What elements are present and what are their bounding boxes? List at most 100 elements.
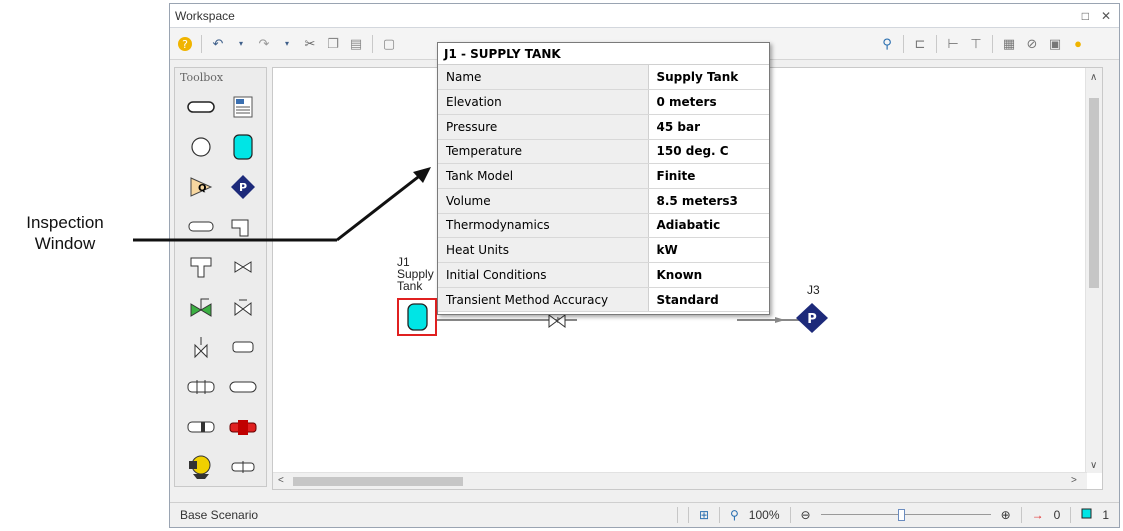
- zoom-level: 100%: [748, 508, 780, 522]
- junction-count: 1: [1102, 508, 1109, 522]
- inspection-value: Supply Tank: [648, 65, 769, 91]
- svg-text:P: P: [239, 181, 247, 194]
- zoom-slider-thumb[interactable]: [897, 509, 905, 521]
- disable-icon[interactable]: ⊘: [1023, 35, 1041, 53]
- tee-tool-icon[interactable]: [187, 253, 215, 281]
- arrange-icon[interactable]: ⊤: [967, 35, 985, 53]
- inspection-key: Elevation: [438, 89, 649, 115]
- inspection-key: Tank Model: [438, 163, 649, 189]
- horizontal-scrollbar[interactable]: < >: [273, 472, 1087, 489]
- scenario-name: Base Scenario: [180, 508, 259, 522]
- zoom-in-button[interactable]: ⊕: [1001, 508, 1011, 522]
- toolbox-title: Toolbox: [180, 71, 224, 84]
- window-titlebar: Workspace □ ✕: [170, 4, 1119, 28]
- bend-tool-icon[interactable]: [187, 213, 215, 241]
- search-icon[interactable]: ⚲: [878, 35, 896, 53]
- zoom-icon[interactable]: ⚲: [730, 508, 739, 522]
- zoom-to-fit-icon[interactable]: ⊞: [699, 508, 709, 522]
- pipe-count-icon: →: [1031, 508, 1044, 522]
- hint-bulb-icon[interactable]: ●: [1069, 35, 1087, 53]
- inspection-row: Volume 8.5 meters3: [438, 188, 769, 214]
- inspection-key: Name: [438, 65, 649, 91]
- check-valve-tool-icon[interactable]: [229, 293, 257, 321]
- maximize-button[interactable]: □: [1082, 9, 1089, 23]
- relief-valve-tool-icon[interactable]: [187, 333, 215, 361]
- flow-source-tool-icon[interactable]: Q: [187, 173, 215, 201]
- pressure-junction-glyph: P: [807, 312, 817, 327]
- inspection-row: Transient Method Accuracy Standard: [438, 287, 769, 313]
- supply-tank-icon[interactable]: [399, 300, 435, 334]
- elbow-tool-icon[interactable]: [229, 213, 257, 241]
- pressure-tool-icon[interactable]: P: [229, 173, 257, 201]
- inspection-value: 150 deg. C: [648, 139, 769, 165]
- branch-tool-icon[interactable]: [187, 133, 215, 161]
- toolbar-separator: [201, 34, 202, 53]
- inspection-key: Transient Method Accuracy: [438, 287, 649, 313]
- junction-count-icon: [1081, 508, 1092, 522]
- align-icon[interactable]: ⊏: [911, 35, 929, 53]
- status-separator: [687, 507, 689, 523]
- general-component-tool-icon[interactable]: [229, 453, 257, 481]
- orifice-tool-icon[interactable]: [229, 373, 257, 401]
- inspection-row: Heat Units kW: [438, 237, 769, 263]
- zoom-out-button[interactable]: ⊖: [801, 508, 811, 522]
- inspection-row: Temperature 150 deg. C: [438, 139, 769, 165]
- inspection-key: Heat Units: [438, 237, 649, 263]
- svg-text:Q: Q: [198, 183, 207, 194]
- inspection-window: J1 - SUPPLY TANK Name Supply Tank Elevatio…: [437, 42, 770, 315]
- inspection-value: Adiabatic: [648, 213, 769, 239]
- inspection-key: Thermodynamics: [438, 213, 649, 239]
- scroll-up-arrow-icon[interactable]: ∧: [1090, 72, 1097, 83]
- area-change-tool-icon[interactable]: [187, 373, 215, 401]
- inspection-row: Initial Conditions Known: [438, 262, 769, 288]
- close-button[interactable]: ✕: [1101, 9, 1111, 23]
- inspection-row: Pressure 45 bar: [438, 114, 769, 140]
- horizontal-scroll-thumb[interactable]: [293, 477, 463, 486]
- properties-icon[interactable]: ▦: [1000, 35, 1018, 53]
- distribute-icon[interactable]: ⊢: [944, 35, 962, 53]
- layers-icon[interactable]: ▣: [1046, 35, 1064, 53]
- inspection-value: Standard: [648, 287, 769, 313]
- help-icon[interactable]: ?: [176, 35, 194, 53]
- inspection-title: J1 - SUPPLY TANK: [438, 43, 769, 65]
- j1-selection-box[interactable]: [397, 298, 437, 336]
- valve-tool-icon[interactable]: [229, 253, 257, 281]
- dropdown-icon[interactable]: ▾: [232, 35, 250, 53]
- vertical-scroll-thumb[interactable]: [1089, 98, 1099, 288]
- annotation-tool-icon[interactable]: [229, 93, 257, 121]
- undo-icon[interactable]: ↶: [209, 35, 227, 53]
- inspection-row: Elevation 0 meters: [438, 89, 769, 115]
- toolbar-separator: [372, 34, 373, 53]
- callout-line-1: Inspection: [26, 213, 104, 232]
- screen-tool-icon[interactable]: [229, 413, 257, 441]
- dead-end-tool-icon[interactable]: [229, 333, 257, 361]
- inspection-row: Name Supply Tank: [438, 65, 769, 91]
- pipe-tool-icon[interactable]: [187, 93, 215, 121]
- callout-line-2: Window: [34, 234, 96, 253]
- status-separator: [719, 507, 720, 523]
- j3-id-label: J3: [807, 283, 820, 297]
- zoom-slider-track: [820, 514, 991, 515]
- heat-exchanger-tool-icon[interactable]: [187, 413, 215, 441]
- window-title: Workspace: [175, 8, 235, 23]
- frame-icon[interactable]: ▢: [380, 35, 398, 53]
- copy-icon[interactable]: ❐: [324, 35, 342, 53]
- inspection-key: Temperature: [438, 139, 649, 165]
- vertical-scrollbar[interactable]: ∧ ∨: [1085, 68, 1102, 473]
- redo-icon[interactable]: ↷: [255, 35, 273, 53]
- dropdown-icon[interactable]: ▾: [278, 35, 296, 53]
- paste-icon[interactable]: ▤: [347, 35, 365, 53]
- j1-name-label-2: Tank: [397, 279, 423, 293]
- zoom-slider[interactable]: [820, 509, 991, 521]
- cut-icon[interactable]: ✂: [301, 35, 319, 53]
- pressure-junction-icon[interactable]: P: [794, 302, 830, 334]
- compressor-tool-icon[interactable]: [187, 453, 215, 481]
- scroll-left-arrow-icon[interactable]: <: [278, 475, 284, 486]
- scroll-right-arrow-icon[interactable]: >: [1071, 475, 1077, 486]
- control-valve-tool-icon[interactable]: [187, 293, 215, 321]
- inspection-key: Initial Conditions: [438, 262, 649, 288]
- inspection-value: Known: [648, 262, 769, 288]
- scroll-down-arrow-icon[interactable]: ∨: [1090, 460, 1097, 471]
- valve-icon[interactable]: [545, 313, 569, 329]
- tank-tool-icon[interactable]: [229, 133, 257, 161]
